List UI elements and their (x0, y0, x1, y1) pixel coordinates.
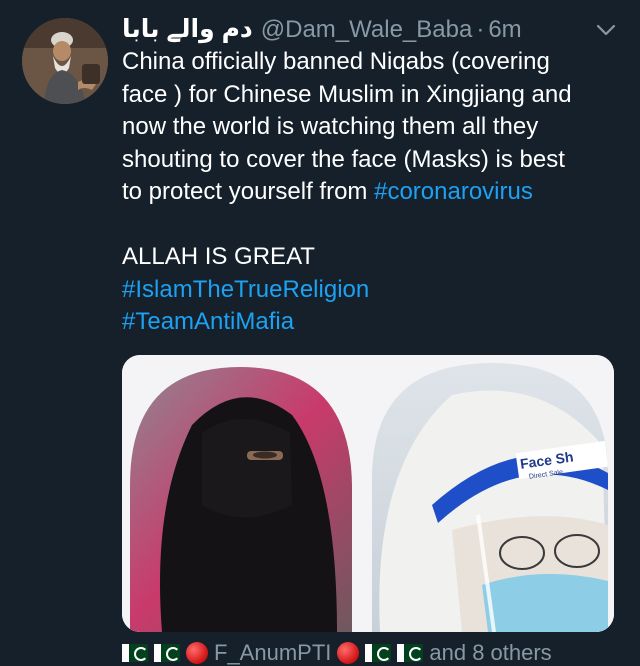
pakistan-flag-icon (154, 644, 180, 662)
tweet-text: China officially banned Niqabs (covering… (122, 46, 622, 339)
pakistan-flag-icon (365, 644, 392, 662)
tweet-line-text: to protect yourself from (122, 178, 375, 205)
chevron-down-icon[interactable] (594, 20, 618, 40)
hashtag-link[interactable]: #coronarovirus (374, 178, 533, 205)
red-circle-icon (186, 642, 208, 664)
tweet-exclaim: ALLAH IS GREAT (122, 243, 315, 270)
hashtag-link[interactable]: #TeamAntiMafia (122, 306, 622, 339)
tweet-media[interactable]: Face Sh Direct Sale (122, 355, 614, 632)
tweet-header: دم والے بابا @Dam_Wale_Baba · 6m (122, 14, 522, 50)
tweet-line: to protect yourself from #coronarovirus (122, 176, 622, 209)
red-circle-icon (337, 642, 360, 664)
pakistan-flag-icon (122, 644, 148, 662)
separator: · (476, 16, 485, 43)
handle[interactable]: @Dam_Wale_Baba (261, 16, 473, 44)
liked-by-others[interactable]: and 8 others (429, 640, 551, 666)
tweet-line: face ) for Chinese Muslim in Xingjiang a… (122, 80, 572, 108)
liked-by-row[interactable]: F_AnumPTI and 8 others (122, 640, 552, 666)
liked-by-user[interactable]: F_AnumPTI (214, 640, 331, 666)
tweet-line: shouting to cover the face (Masks) is be… (122, 145, 565, 173)
timestamp[interactable]: 6m (488, 16, 521, 44)
pakistan-flag-icon (397, 644, 424, 662)
face-shield-photo: Face Sh Direct Sale (372, 363, 608, 632)
tweet-line: China officially banned Niqabs (covering (122, 48, 550, 75)
hashtag-link[interactable]: #IslamTheTrueReligion (122, 274, 622, 307)
display-name[interactable]: دم والے بابا (122, 14, 253, 44)
avatar[interactable] (22, 18, 108, 104)
tweet-line: now the world is watching them all they (122, 113, 539, 140)
